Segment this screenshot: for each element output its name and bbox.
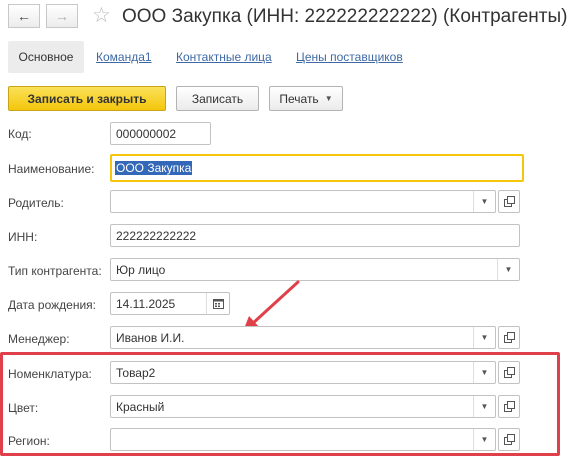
code-value: 000000002 [116, 126, 177, 141]
open-window-icon [503, 196, 515, 207]
tab-supplier-prices[interactable]: Цены поставщиков [296, 50, 403, 64]
color-field[interactable]: Красный ▼ [110, 395, 496, 418]
region-label: Регион: [8, 434, 50, 448]
region-field[interactable]: ▼ [110, 428, 496, 451]
color-value: Красный [116, 399, 165, 414]
chevron-down-icon: ▼ [324, 94, 333, 103]
color-open-button[interactable] [498, 395, 520, 418]
region-dropdown-icon[interactable]: ▼ [473, 429, 495, 450]
manager-open-button[interactable] [498, 326, 520, 349]
save-button[interactable]: Записать [176, 86, 259, 111]
birth-date-field[interactable]: 14.11.2025 [110, 292, 230, 315]
print-button[interactable]: Печать ▼ [269, 86, 343, 111]
birth-date-value: 14.11.2025 [116, 296, 176, 311]
nomenclature-value: Товар2 [116, 365, 156, 380]
counterparty-type-label: Тип контрагента: [8, 264, 102, 278]
arrow-right-icon: → [55, 8, 69, 24]
manager-field[interactable]: Иванов И.И. ▼ [110, 326, 496, 349]
counterparty-type-dropdown-icon[interactable]: ▼ [497, 259, 519, 280]
print-label: Печать [279, 91, 319, 106]
tab-contact-persons[interactable]: Контактные лица [176, 50, 272, 64]
tab-command1[interactable]: Команда1 [96, 50, 152, 64]
color-dropdown-icon[interactable]: ▼ [473, 396, 495, 417]
open-window-icon [503, 401, 515, 412]
manager-dropdown-icon[interactable]: ▼ [473, 327, 495, 348]
inn-value: 222222222222 [116, 228, 197, 243]
save-and-close-button[interactable]: Записать и закрыть [8, 86, 166, 111]
open-window-icon [503, 332, 515, 343]
open-window-icon [503, 434, 515, 445]
save-and-close-label: Записать и закрыть [27, 91, 147, 106]
favorite-star-icon[interactable]: ☆ [92, 4, 111, 28]
name-field[interactable]: ООО Закупка [110, 154, 524, 182]
nomenclature-open-button[interactable] [498, 361, 520, 384]
parent-label: Родитель: [8, 196, 64, 210]
window-title: ООО Закупка (ИНН: 222222222222) (Контраг… [122, 6, 568, 27]
nomenclature-dropdown-icon[interactable]: ▼ [473, 362, 495, 383]
name-value: ООО Закупка [115, 161, 193, 175]
tab-main-label: Основное [18, 50, 74, 64]
nomenclature-field[interactable]: Товар2 ▼ [110, 361, 496, 384]
tab-main[interactable]: Основное [8, 41, 84, 73]
code-label: Код: [8, 127, 32, 141]
counterparty-type-field[interactable]: Юр лицо ▼ [110, 258, 520, 281]
color-label: Цвет: [8, 401, 39, 415]
birth-date-label: Дата рождения: [8, 298, 96, 312]
nomenclature-label: Номенклатура: [8, 367, 92, 381]
back-button[interactable]: ← [8, 4, 40, 28]
arrow-left-icon: ← [17, 8, 31, 24]
forward-button[interactable]: → [46, 4, 78, 28]
inn-field[interactable]: 222222222222 [110, 224, 520, 247]
parent-dropdown-icon[interactable]: ▼ [473, 191, 495, 212]
inn-label: ИНН: [8, 230, 38, 244]
name-label: Наименование: [8, 162, 95, 176]
manager-label: Менеджер: [8, 332, 70, 346]
calendar-icon[interactable] [206, 293, 229, 314]
save-label: Записать [191, 91, 244, 106]
region-open-button[interactable] [498, 428, 520, 451]
open-window-icon [503, 367, 515, 378]
code-field[interactable]: 000000002 [110, 122, 211, 145]
parent-open-button[interactable] [498, 190, 520, 213]
parent-field[interactable]: ▼ [110, 190, 496, 213]
manager-value: Иванов И.И. [116, 330, 185, 345]
